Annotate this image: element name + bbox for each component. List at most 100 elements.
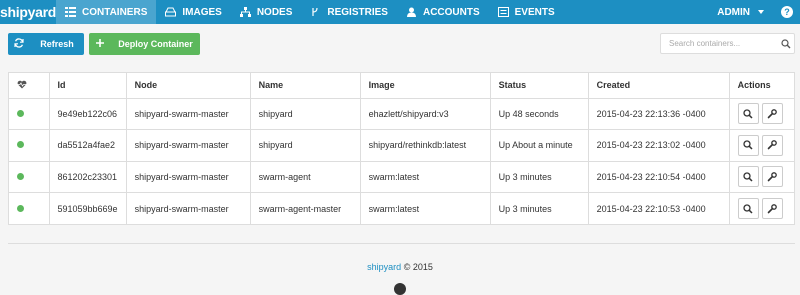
nav-label: REGISTRIES	[327, 6, 388, 18]
search-icon	[743, 109, 753, 119]
cell-name: shipyard	[250, 98, 361, 130]
actions-cell	[729, 161, 794, 193]
refresh-label: Refresh	[40, 39, 74, 49]
cell-node: shipyard-swarm-master	[126, 192, 251, 224]
nav-label: IMAGES	[182, 6, 222, 18]
column-header-name[interactable]: Name	[250, 73, 361, 99]
table-row: 591059bb669e shipyard-swarm-master swarm-a…	[9, 192, 794, 225]
refresh-button[interactable]: Refresh	[8, 33, 84, 55]
hdd-icon	[165, 7, 177, 17]
search-icon	[743, 203, 753, 214]
main-nav: CONTAINERS IMAGES NODES REGISTRIES ACCOU…	[56, 0, 564, 24]
nav-item-accounts[interactable]: ACCOUNTS	[397, 0, 489, 24]
cell-status: Up 3 minutes	[490, 192, 589, 224]
column-header-id[interactable]: Id	[49, 73, 127, 99]
column-header-node[interactable]: Node	[126, 73, 251, 99]
cell-id[interactable]: 591059bb669e	[49, 192, 127, 224]
list-icon	[497, 7, 510, 17]
inspect-button[interactable]	[737, 103, 759, 125]
user-area: ADMIN ?	[707, 0, 800, 24]
column-header-created[interactable]: Created	[588, 73, 730, 99]
wrench-icon	[767, 171, 777, 182]
nav-label: EVENTS	[514, 6, 555, 18]
wrench-icon	[767, 140, 777, 150]
search-icon[interactable]	[778, 38, 794, 49]
cell-id[interactable]: 9e49eb122c06	[49, 98, 127, 130]
status-dot-icon	[17, 172, 24, 180]
manage-button[interactable]	[761, 166, 783, 188]
column-header-image[interactable]: Image	[360, 73, 491, 99]
status-dot-icon	[17, 204, 24, 212]
inspect-button[interactable]	[737, 166, 759, 188]
cell-name: swarm-agent-master	[250, 192, 361, 224]
nav-item-registries[interactable]: REGISTRIES	[301, 0, 397, 24]
user-menu[interactable]: ADMIN	[707, 7, 774, 18]
manage-button[interactable]	[761, 198, 783, 219]
grid-icon	[65, 7, 77, 17]
question-icon: ?	[781, 6, 793, 18]
heartbeat-icon	[17, 80, 27, 89]
plus-icon	[89, 38, 111, 51]
nav-item-images[interactable]: IMAGES	[156, 0, 230, 24]
cell-image: swarm:latest	[360, 161, 491, 193]
cell-created: 2015-04-23 22:13:02 -0400	[588, 129, 730, 162]
nav-label: CONTAINERS	[82, 6, 148, 18]
search-input[interactable]	[669, 39, 778, 48]
inspect-button[interactable]	[737, 134, 759, 156]
manage-button[interactable]	[761, 134, 783, 156]
github-icon[interactable]	[394, 283, 406, 295]
nav-item-nodes[interactable]: NODES	[231, 0, 302, 24]
nav-item-events[interactable]: EVENTS	[489, 0, 564, 24]
wrench-icon	[767, 108, 777, 119]
fork-icon	[310, 7, 322, 17]
cell-status: Up About a minute	[490, 129, 589, 162]
status-dot-icon	[17, 109, 24, 117]
deploy-label: Deploy Container	[118, 39, 193, 49]
cell-name: shipyard	[250, 129, 361, 162]
column-header-status[interactable]: Status	[490, 73, 589, 99]
top-navbar: shipyard CONTAINERS IMAGES NODES REGISTR…	[0, 0, 800, 24]
actions-cell	[729, 129, 794, 162]
cell-id[interactable]: da5512a4fae2	[49, 129, 127, 162]
nav-label: NODES	[256, 6, 293, 18]
manage-button[interactable]	[761, 103, 783, 125]
caret-down-icon	[758, 10, 764, 14]
refresh-icon	[8, 37, 30, 51]
health-cell	[9, 98, 50, 130]
cell-node: shipyard-swarm-master	[126, 129, 251, 162]
cell-created: 2015-04-23 22:10:53 -0400	[588, 192, 730, 224]
cell-image: ehazlett/shipyard:v3	[360, 98, 491, 130]
user-name: ADMIN	[717, 6, 750, 18]
cell-id[interactable]: 861202c23301	[49, 161, 127, 193]
cell-status: Up 48 seconds	[490, 98, 589, 130]
search-box	[660, 33, 795, 54]
nav-label: ACCOUNTS	[422, 6, 480, 18]
deploy-container-button[interactable]: Deploy Container	[89, 33, 200, 55]
inspect-button[interactable]	[737, 198, 759, 219]
table-row: 861202c23301 shipyard-swarm-master swarm-a…	[9, 161, 794, 193]
cell-node: shipyard-swarm-master	[126, 98, 251, 130]
help-button[interactable]: ?	[774, 0, 800, 24]
actions-cell	[729, 193, 794, 225]
footer: shipyard © 2015	[0, 262, 800, 272]
footer-divider	[8, 243, 795, 244]
footer-copyright: © 2015	[403, 262, 433, 272]
cell-node: shipyard-swarm-master	[126, 161, 251, 193]
health-column-header[interactable]	[9, 73, 50, 99]
wrench-icon	[767, 203, 777, 213]
footer-brand-link[interactable]: shipyard	[367, 262, 401, 272]
app-logo[interactable]: shipyard	[0, 0, 56, 24]
sitemap-icon	[239, 7, 252, 17]
cell-status: Up 3 minutes	[490, 161, 589, 193]
health-cell	[9, 161, 50, 193]
health-cell	[9, 192, 50, 224]
table-row: 9e49eb122c06 shipyard-swarm-master shipyar…	[9, 98, 794, 130]
nav-item-containers[interactable]: CONTAINERS	[56, 0, 157, 24]
cell-image: swarm:latest	[360, 192, 491, 224]
user-icon	[406, 7, 418, 17]
cell-created: 2015-04-23 22:10:54 -0400	[588, 161, 730, 193]
health-cell	[9, 129, 50, 162]
status-dot-icon	[17, 141, 24, 149]
table-row: da5512a4fae2 shipyard-swarm-master shipyar…	[9, 129, 794, 162]
search-icon	[743, 172, 753, 182]
